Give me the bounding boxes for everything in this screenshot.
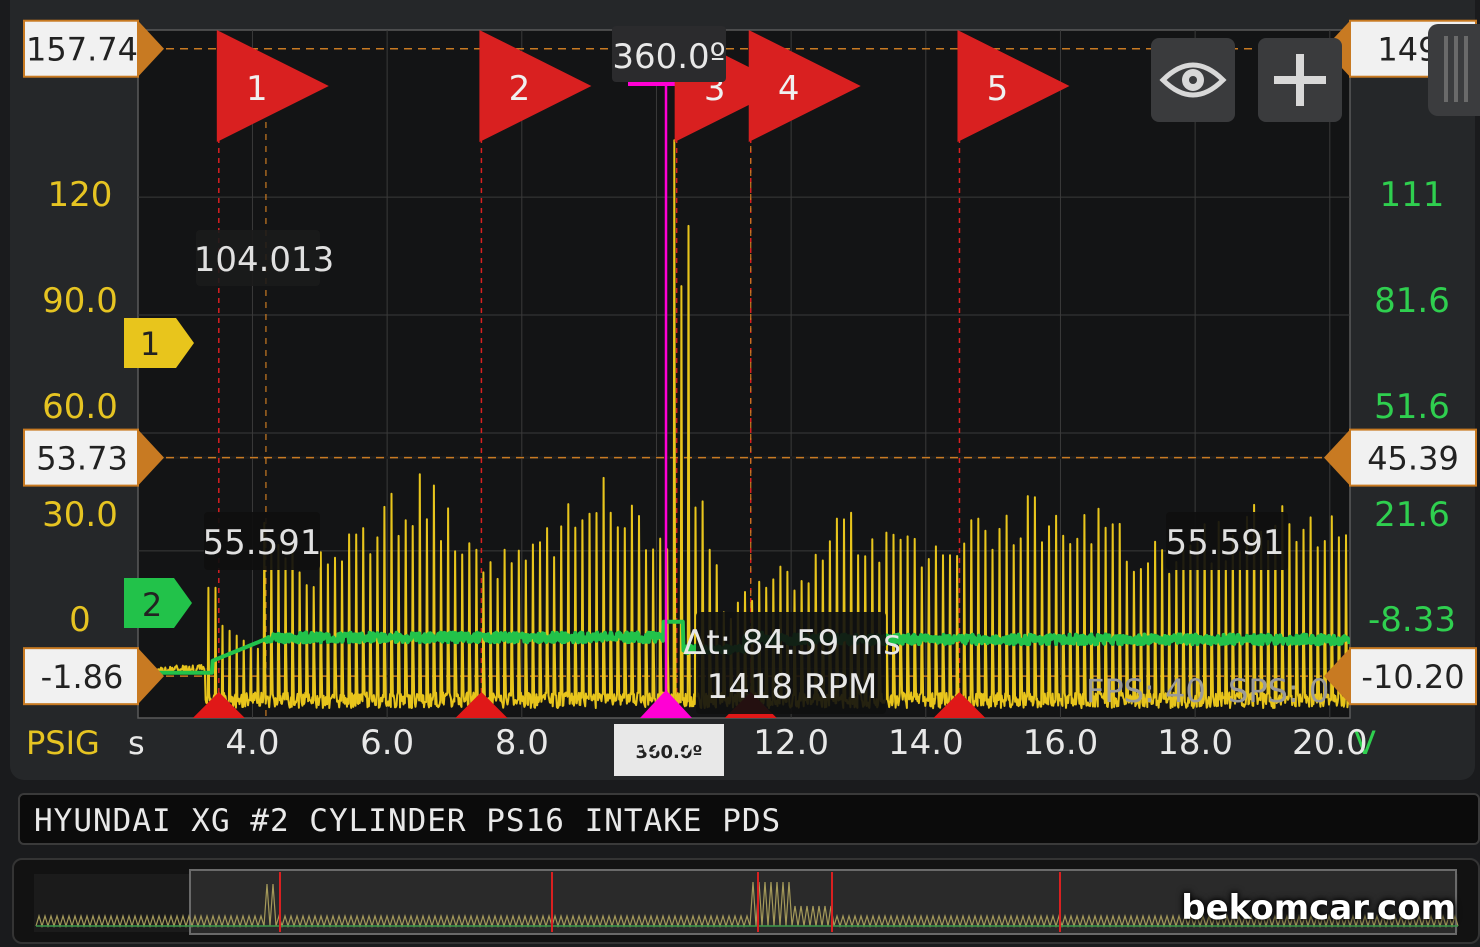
left-cursor-value: -1.86 xyxy=(41,658,124,696)
left-tick-label: 120 xyxy=(48,175,113,215)
watermark: bekomcar.com xyxy=(1181,888,1456,928)
visibility-button[interactable] xyxy=(1151,38,1235,122)
plus-icon xyxy=(1274,54,1326,106)
right-tick-label: -8.33 xyxy=(1368,600,1456,640)
x-axis-unit: s xyxy=(128,724,145,762)
right-tick-label: 81.6 xyxy=(1374,281,1450,321)
right-tick-label: 21.6 xyxy=(1374,495,1450,535)
sps-indicator: SPS: 0 xyxy=(1228,672,1329,710)
peak-readout: 104.013 xyxy=(194,240,335,280)
rpm-readout: 1418 RPM xyxy=(707,667,878,707)
x-tick-label: 14.0 xyxy=(888,723,964,763)
channel-2-marker-label: 2 xyxy=(142,586,162,624)
scope-app: 12345 360.0º 360.0º 104.013 55.591 55.59… xyxy=(0,0,1480,947)
left-tick-label: 60.0 xyxy=(42,387,118,427)
right-value-readout: 55.591 xyxy=(1166,523,1285,563)
side-drawer-handle[interactable] xyxy=(1428,24,1480,116)
x-tick-label: 16.0 xyxy=(1023,723,1099,763)
eye-icon xyxy=(1159,62,1227,98)
right-tick-label: 51.6 xyxy=(1374,387,1450,427)
angle-label: 360.0º xyxy=(612,37,725,77)
right-cursor-value: 45.39 xyxy=(1367,440,1459,478)
x-tick-label: 18.0 xyxy=(1157,723,1233,763)
marker-flag-label: 4 xyxy=(778,69,800,109)
marker-flag-label: 5 xyxy=(987,69,1009,109)
left-tick-label: 0 xyxy=(69,600,91,640)
fps-indicator: FPS: 40 xyxy=(1086,672,1206,710)
left-cursor-value: 53.73 xyxy=(36,440,128,478)
overview-strip[interactable]: bekomcar.com xyxy=(12,858,1480,944)
session-title-bar: HYUNDAI XG #2 CYLINDER PS16 INTAKE PDS xyxy=(18,793,1480,845)
add-channel-button[interactable] xyxy=(1258,38,1342,122)
marker-flag-label: 2 xyxy=(509,69,531,109)
x-tick-label: 20.0 xyxy=(1292,723,1368,763)
right-cursor-value: -10.20 xyxy=(1361,658,1464,696)
right-tick-label: 111 xyxy=(1380,175,1445,215)
x-tick-label: 10.0 xyxy=(619,723,695,763)
delta-time-readout: Δt: 84.59 ms xyxy=(683,623,901,663)
x-tick-label: 12.0 xyxy=(753,723,829,763)
left-tick-label: 90.0 xyxy=(42,281,118,321)
left-tick-label: 30.0 xyxy=(42,495,118,535)
x-tick-label: 4.0 xyxy=(225,723,279,763)
left-cursor-value: 157.74 xyxy=(26,31,138,69)
channel-1-marker-label: 1 xyxy=(140,325,160,363)
marker-flag-label: 1 xyxy=(246,69,268,109)
left-axis-unit: PSIG xyxy=(26,724,100,762)
x-tick-label: 8.0 xyxy=(495,723,549,763)
left-value-readout: 55.591 xyxy=(203,523,322,563)
session-title: HYUNDAI XG #2 CYLINDER PS16 INTAKE PDS xyxy=(34,803,782,839)
x-tick-label: 6.0 xyxy=(360,723,414,763)
